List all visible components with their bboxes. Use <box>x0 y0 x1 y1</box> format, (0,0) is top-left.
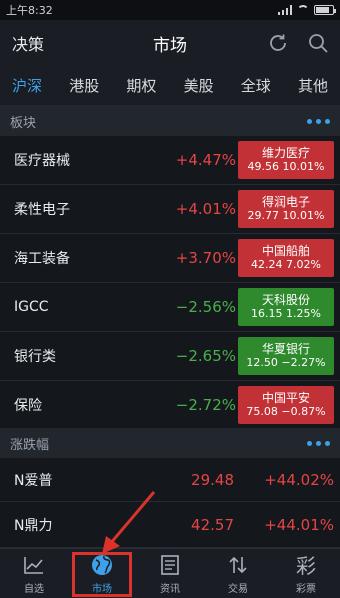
stock-name: 维力医疗 <box>261 146 310 160</box>
stock-price: 42.57 <box>191 515 234 534</box>
leading-stock[interactable]: 天科股份 16.15 1.25% <box>238 288 334 326</box>
stock-quote: 29.77 10.01% <box>247 209 325 222</box>
nav-market[interactable]: 市场 <box>68 549 136 598</box>
tab-us[interactable]: 美股 <box>184 75 214 96</box>
sector-row[interactable]: 医疗器械 +4.47% 维力医疗 49.56 10.01% <box>0 136 340 185</box>
app-header: 决策 市场 <box>0 20 340 66</box>
lottery-icon: 彩 <box>296 554 316 578</box>
decision-button[interactable]: 决策 <box>12 31 44 55</box>
stock-name: 中国平安 <box>261 391 310 405</box>
stock-change: +44.01% <box>264 515 334 534</box>
stock-row[interactable]: N鼎力 42.57 +44.01% <box>0 502 340 548</box>
stock-name: 得润电子 <box>261 195 310 209</box>
tab-options[interactable]: 期权 <box>126 75 156 96</box>
bottom-nav: 自选 市场 资讯 交易 彩 彩票 <box>0 548 340 598</box>
sector-name: 海工装备 <box>14 251 70 267</box>
nav-news[interactable]: 资讯 <box>136 549 204 598</box>
nav-label: 自选 <box>24 583 44 595</box>
leading-stock[interactable]: 华夏银行 12.50 −2.27% <box>238 337 334 375</box>
sector-change: −2.72% <box>175 396 236 414</box>
sector-change: +4.47% <box>175 151 236 169</box>
tab-hushen[interactable]: 沪深 <box>12 75 42 96</box>
status-time: 上午8:32 <box>6 4 53 17</box>
sector-name: 医疗器械 <box>14 153 70 169</box>
section-title: 涨跌幅 <box>10 437 50 453</box>
stock-price: 29.48 <box>191 470 234 489</box>
sector-section-header: 板块 <box>0 106 340 136</box>
gainers-section-header: 涨跌幅 <box>0 428 340 458</box>
stock-quote: 12.50 −2.27% <box>246 356 326 369</box>
more-icon[interactable] <box>307 440 330 446</box>
stock-name: N爱普 <box>14 472 53 489</box>
nav-label: 彩票 <box>296 583 316 595</box>
stock-name: N鼎力 <box>14 517 53 534</box>
sector-change: −2.56% <box>175 298 236 316</box>
stock-name: 中国船舶 <box>261 244 310 258</box>
stock-quote: 42.24 7.02% <box>251 258 321 271</box>
leading-stock[interactable]: 维力医疗 49.56 10.01% <box>238 141 334 179</box>
line-chart-icon <box>22 553 46 577</box>
status-bar: 上午8:32 <box>0 0 340 20</box>
sector-name: IGCC <box>14 299 49 315</box>
leading-stock[interactable]: 中国平安 75.08 −0.87% <box>238 386 334 424</box>
sector-name: 银行类 <box>14 349 56 365</box>
stock-quote: 49.56 10.01% <box>247 160 325 173</box>
nav-lottery[interactable]: 彩 彩票 <box>272 549 340 598</box>
sector-name: 保险 <box>14 398 42 414</box>
sector-change: −2.65% <box>175 347 236 365</box>
nav-label: 交易 <box>228 583 248 595</box>
stock-name: 天科股份 <box>261 293 310 307</box>
section-title: 板块 <box>10 115 37 131</box>
more-icon[interactable] <box>307 118 330 124</box>
sector-row[interactable]: 保险 −2.72% 中国平安 75.08 −0.87% <box>0 381 340 430</box>
sector-row[interactable]: 海工装备 +3.70% 中国船舶 42.24 7.02% <box>0 234 340 283</box>
tab-other[interactable]: 其他 <box>298 75 328 96</box>
highlight-box <box>72 552 132 597</box>
sector-change: +4.01% <box>175 200 236 218</box>
signal-icon <box>278 5 292 15</box>
tab-global[interactable]: 全球 <box>241 75 271 96</box>
status-icons <box>278 5 336 15</box>
sector-change: +3.70% <box>175 249 236 267</box>
nav-label: 资讯 <box>160 583 180 595</box>
search-icon[interactable] <box>306 31 330 55</box>
sector-row[interactable]: IGCC −2.56% 天科股份 16.15 1.25% <box>0 283 340 332</box>
tab-hk[interactable]: 港股 <box>69 75 99 96</box>
sector-row[interactable]: 银行类 −2.65% 华夏银行 12.50 −2.27% <box>0 332 340 381</box>
nav-trade[interactable]: 交易 <box>204 549 272 598</box>
stock-name: 华夏银行 <box>261 342 310 356</box>
sector-row[interactable]: 柔性电子 +4.01% 得润电子 29.77 10.01% <box>0 185 340 234</box>
newspaper-icon <box>158 553 182 577</box>
wifi-icon <box>297 5 309 15</box>
stock-row[interactable]: N爱普 29.48 +44.02% <box>0 458 340 502</box>
stock-quote: 16.15 1.25% <box>251 307 321 320</box>
nav-watchlist[interactable]: 自选 <box>0 549 68 598</box>
sector-name: 柔性电子 <box>14 202 70 218</box>
leading-stock[interactable]: 中国船舶 42.24 7.02% <box>238 239 334 277</box>
market-tabs: 沪深 港股 期权 美股 全球 其他 <box>0 66 340 106</box>
leading-stock[interactable]: 得润电子 29.77 10.01% <box>238 190 334 228</box>
refresh-icon[interactable] <box>266 31 290 55</box>
stock-change: +44.02% <box>264 470 334 489</box>
battery-icon <box>314 5 336 15</box>
transfer-icon <box>226 553 250 577</box>
stock-quote: 75.08 −0.87% <box>246 405 326 418</box>
